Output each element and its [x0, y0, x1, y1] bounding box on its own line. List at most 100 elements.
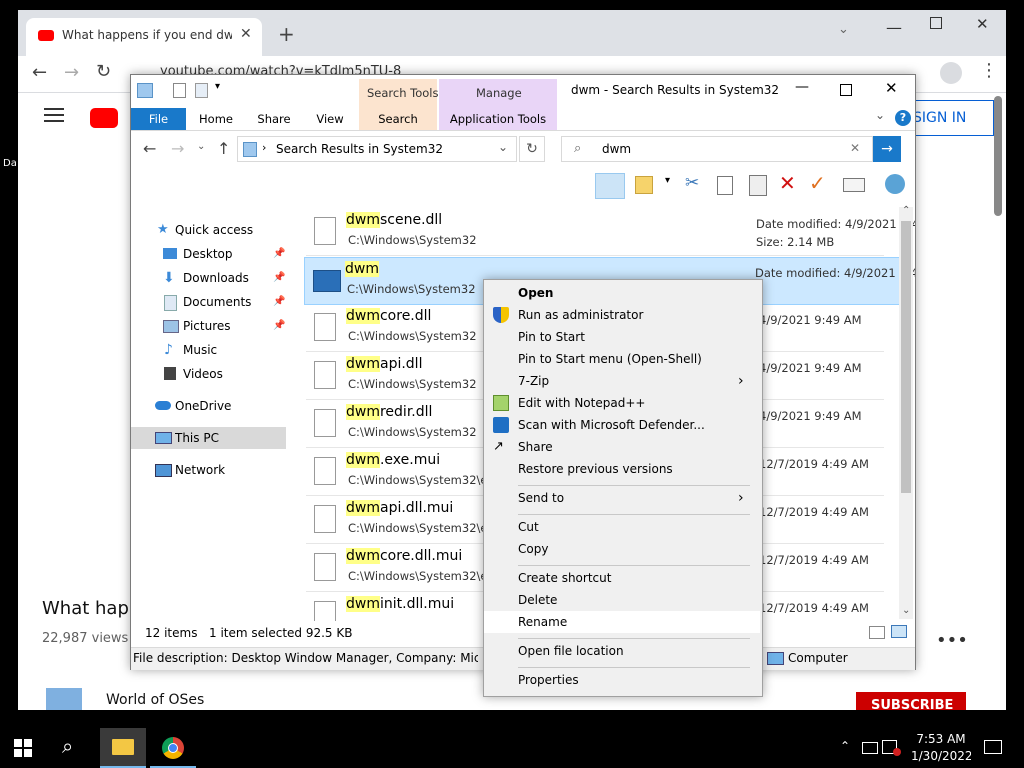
- scrollbar-thumb[interactable]: [994, 96, 1002, 216]
- back-icon[interactable]: ←: [32, 62, 47, 83]
- maximize-icon[interactable]: [930, 17, 942, 29]
- copy-icon[interactable]: [717, 176, 733, 195]
- clock-date[interactable]: 1/30/2022: [911, 749, 971, 763]
- menu-cut[interactable]: Cut: [484, 516, 760, 538]
- search-box[interactable]: ⌕ dwm ✕: [561, 136, 873, 162]
- nav-back-icon[interactable]: ←: [143, 139, 156, 158]
- delete-icon[interactable]: ✕: [779, 171, 796, 195]
- shell-globe-icon[interactable]: [885, 174, 905, 194]
- menu-notepad[interactable]: Edit with Notepad++: [484, 392, 760, 414]
- forward-icon[interactable]: →: [64, 62, 79, 83]
- scroll-down-icon[interactable]: ⌄: [902, 605, 910, 616]
- explorer-maximize-icon[interactable]: [840, 84, 852, 96]
- profile-avatar[interactable]: [940, 62, 962, 84]
- taskbar-explorer-button[interactable]: [100, 728, 146, 768]
- file-description: File description: Desktop Window Manager…: [133, 651, 478, 665]
- file-path: C:\Windows\System32\en: [348, 473, 483, 487]
- menu-delete[interactable]: Delete: [484, 589, 760, 611]
- rename-icon[interactable]: [843, 178, 865, 192]
- search-go-button[interactable]: →: [873, 136, 901, 162]
- hamburger-icon[interactable]: [44, 108, 64, 122]
- file-name-highlight: dwm: [345, 261, 379, 277]
- menu-separator: [518, 638, 750, 639]
- minimize-icon[interactable]: —: [886, 18, 902, 37]
- action-center-tray-icon[interactable]: [862, 742, 878, 754]
- explorer-close-icon[interactable]: ✕: [885, 79, 898, 97]
- menu-create-shortcut[interactable]: Create shortcut: [484, 567, 760, 589]
- dll-file-icon: [314, 313, 336, 341]
- menu-share[interactable]: ↗ Share: [484, 436, 760, 458]
- channel-name[interactable]: World of OSes: [106, 692, 204, 708]
- file-row-dwmscene[interactable]: dwmscene.dll C:\Windows\System32 Date mo…: [306, 209, 915, 256]
- tab-home[interactable]: Home: [189, 108, 243, 130]
- menu-pin-to-start[interactable]: Pin to Start: [484, 326, 760, 348]
- file-name-highlight: dwm: [346, 596, 380, 612]
- clock-time[interactable]: 7:53 AM: [916, 732, 966, 746]
- computer-status-icon: [767, 652, 784, 665]
- tab-share[interactable]: Share: [247, 108, 301, 130]
- help-icon[interactable]: ?: [895, 110, 911, 126]
- tab-view[interactable]: View: [303, 108, 357, 130]
- clear-search-icon[interactable]: ✕: [850, 141, 860, 155]
- channel-avatar[interactable]: [46, 688, 82, 710]
- dropdown-arrow-icon[interactable]: ▾: [665, 175, 670, 186]
- youtube-logo-icon[interactable]: [90, 108, 118, 128]
- notifications-icon[interactable]: [984, 740, 1002, 754]
- start-button[interactable]: [14, 739, 32, 757]
- nav-forward-icon[interactable]: →: [171, 139, 184, 158]
- tab-search-icon[interactable]: ⌄: [838, 22, 849, 37]
- more-actions-icon[interactable]: •••: [936, 630, 968, 651]
- cut-icon[interactable]: ✂: [685, 173, 699, 193]
- scroll-thumb[interactable]: [901, 221, 911, 493]
- uac-shield-icon: [493, 307, 509, 323]
- large-icons-view-icon[interactable]: [891, 625, 907, 638]
- taskbar-chrome-button[interactable]: [150, 728, 196, 768]
- menu-copy[interactable]: Copy: [484, 538, 760, 560]
- tab-search[interactable]: Search: [359, 108, 437, 130]
- menu-open-file-location[interactable]: Open file location: [484, 640, 760, 662]
- browser-tab[interactable]: What happens if you end dwm.e ✕: [26, 18, 262, 56]
- menu-restore-versions[interactable]: Restore previous versions: [484, 458, 760, 480]
- new-item-icon[interactable]: [635, 176, 653, 194]
- menu-defender-label: Scan with Microsoft Defender...: [518, 418, 705, 432]
- file-list-scrollbar[interactable]: ⌃ ⌄: [899, 205, 913, 619]
- menu-rename[interactable]: Rename: [484, 611, 760, 633]
- close-tab-icon[interactable]: ✕: [240, 26, 252, 42]
- new-tab-icon[interactable]: +: [278, 22, 295, 46]
- new-folder-icon[interactable]: [195, 83, 208, 98]
- menu-send-to[interactable]: Send to ›: [484, 487, 760, 509]
- file-name: redir.dll: [379, 404, 433, 420]
- recent-locations-icon[interactable]: ⌄: [197, 141, 205, 152]
- refresh-icon[interactable]: ↻: [519, 136, 545, 162]
- checkmark-icon[interactable]: ✓: [809, 171, 826, 195]
- preview-pane-icon[interactable]: [595, 173, 625, 199]
- explorer-minimize-icon[interactable]: —: [795, 79, 809, 95]
- taskbar-search-icon[interactable]: ⌕: [62, 734, 73, 758]
- menu-7zip[interactable]: 7-Zip ›: [484, 370, 760, 392]
- tab-application-tools[interactable]: Application Tools: [439, 108, 557, 130]
- tray-chevron-icon[interactable]: ⌃: [840, 739, 850, 753]
- menu-run-as-admin[interactable]: Run as administrator: [484, 304, 760, 326]
- ribbon-expand-icon[interactable]: ⌄: [875, 108, 885, 122]
- tab-file[interactable]: File: [131, 108, 186, 130]
- reload-icon[interactable]: ↻: [96, 61, 111, 82]
- menu-open[interactable]: Open: [484, 282, 760, 304]
- scroll-up-icon[interactable]: ⌃: [902, 205, 910, 216]
- details-view-icon[interactable]: [869, 626, 885, 639]
- address-dropdown-icon[interactable]: ⌄: [498, 140, 508, 154]
- paste-icon[interactable]: [749, 175, 767, 196]
- properties-icon[interactable]: [173, 83, 186, 98]
- menu-pin-open-shell[interactable]: Pin to Start menu (Open-Shell): [484, 348, 760, 370]
- close-window-icon[interactable]: ✕: [976, 15, 989, 33]
- menu-rename-label: Rename: [518, 615, 568, 629]
- menu-dots-icon[interactable]: ⋮: [980, 60, 998, 81]
- subscribe-button[interactable]: SUBSCRIBE: [856, 692, 966, 710]
- volume-muted-icon[interactable]: [893, 748, 901, 756]
- customize-toolbar-icon[interactable]: ▾: [215, 81, 220, 92]
- file-name: api.dll: [379, 356, 423, 372]
- address-box[interactable]: › Search Results in System32 ⌄: [237, 136, 517, 162]
- menu-defender[interactable]: Scan with Microsoft Defender...: [484, 414, 760, 436]
- search-input[interactable]: dwm: [602, 142, 631, 156]
- menu-properties[interactable]: Properties: [484, 669, 760, 691]
- nav-up-icon[interactable]: ↑: [217, 139, 230, 158]
